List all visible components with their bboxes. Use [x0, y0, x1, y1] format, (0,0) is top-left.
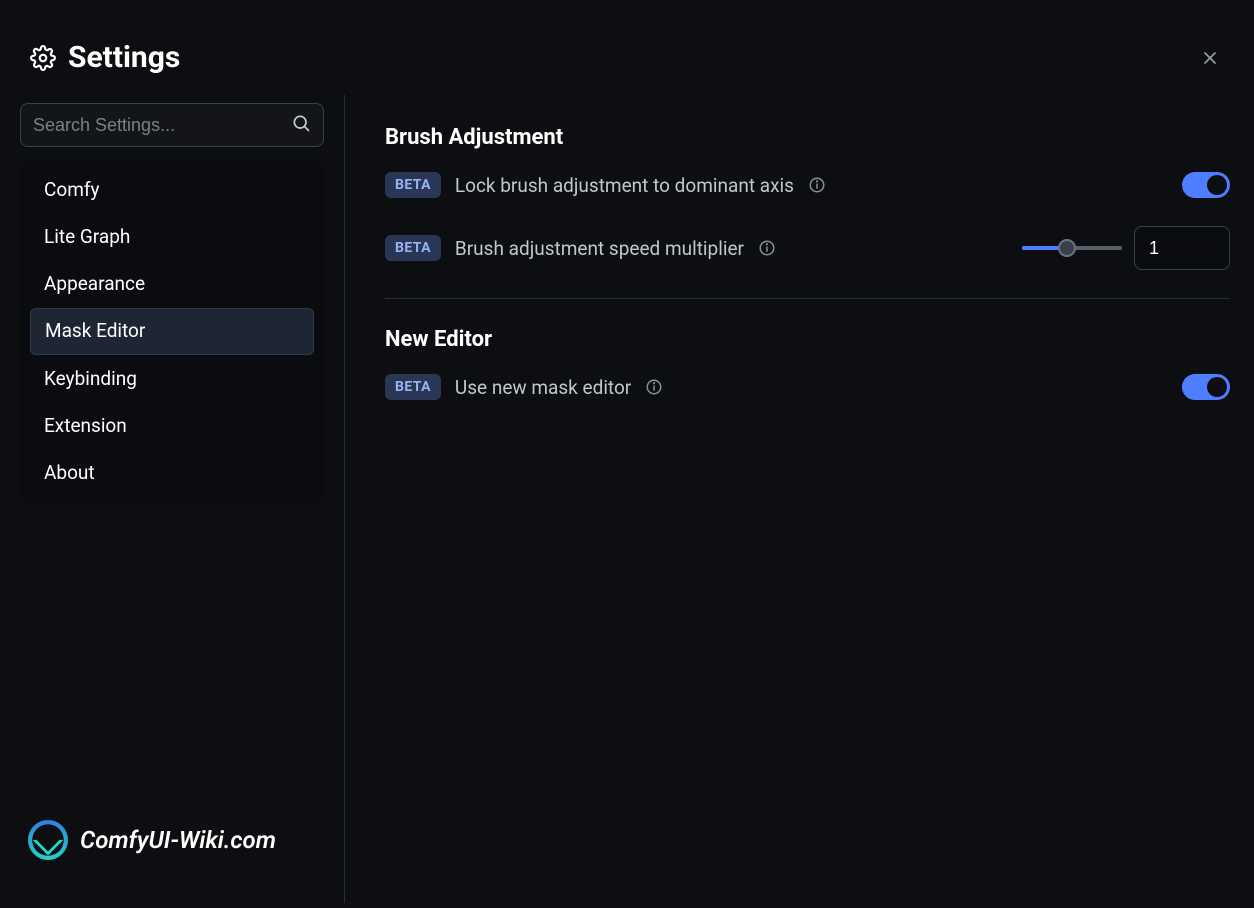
section-divider — [385, 298, 1230, 299]
beta-badge: BETA — [385, 374, 441, 400]
setting-row-use-new-editor: BETA Use new mask editor — [385, 374, 1230, 400]
search-input[interactable] — [33, 115, 291, 136]
sidebar-item-about[interactable]: About — [30, 451, 314, 496]
brush-speed-input[interactable] — [1134, 226, 1230, 270]
sidebar-item-appearance[interactable]: Appearance — [30, 262, 314, 307]
header: Settings — [0, 0, 1254, 95]
brush-speed-slider[interactable] — [1022, 246, 1122, 250]
search-field-wrap[interactable] — [20, 103, 324, 147]
setting-label: Use new mask editor — [455, 376, 631, 399]
slider-wrap — [1022, 226, 1230, 270]
gear-icon — [30, 45, 56, 71]
toggle-lock-brush[interactable] — [1182, 172, 1230, 198]
slider-thumb[interactable] — [1058, 239, 1076, 257]
sidebar-nav: Comfy Lite Graph Appearance Mask Editor … — [20, 159, 324, 505]
page-title: Settings — [68, 40, 180, 75]
section-title-brush: Brush Adjustment — [385, 125, 1230, 150]
close-button[interactable] — [1196, 44, 1224, 72]
watermark-text: ComfyUI-Wiki.com — [80, 826, 276, 854]
setting-label: Brush adjustment speed multiplier — [455, 237, 744, 260]
sidebar: Comfy Lite Graph Appearance Mask Editor … — [0, 95, 345, 903]
info-icon[interactable] — [808, 176, 826, 194]
sidebar-item-comfy[interactable]: Comfy — [30, 168, 314, 213]
watermark: ComfyUI-Wiki.com — [28, 820, 276, 860]
logo-icon — [28, 820, 68, 860]
setting-label: Lock brush adjustment to dominant axis — [455, 174, 794, 197]
setting-row-brush-speed: BETA Brush adjustment speed multiplier — [385, 226, 1230, 270]
section-title-new-editor: New Editor — [385, 327, 1230, 352]
info-icon[interactable] — [758, 239, 776, 257]
sidebar-item-mask-editor[interactable]: Mask Editor — [30, 308, 314, 355]
search-icon — [291, 113, 311, 137]
beta-badge: BETA — [385, 235, 441, 261]
sidebar-item-keybinding[interactable]: Keybinding — [30, 357, 314, 402]
header-left: Settings — [30, 40, 180, 75]
body: Comfy Lite Graph Appearance Mask Editor … — [0, 95, 1254, 903]
toggle-knob — [1207, 377, 1227, 397]
toggle-knob — [1207, 175, 1227, 195]
toggle-use-new-editor[interactable] — [1182, 374, 1230, 400]
setting-row-lock-brush: BETA Lock brush adjustment to dominant a… — [385, 172, 1230, 198]
sidebar-item-lite-graph[interactable]: Lite Graph — [30, 215, 314, 260]
content: Brush Adjustment BETA Lock brush adjustm… — [345, 95, 1254, 903]
sidebar-item-extension[interactable]: Extension — [30, 404, 314, 449]
info-icon[interactable] — [645, 378, 663, 396]
beta-badge: BETA — [385, 172, 441, 198]
